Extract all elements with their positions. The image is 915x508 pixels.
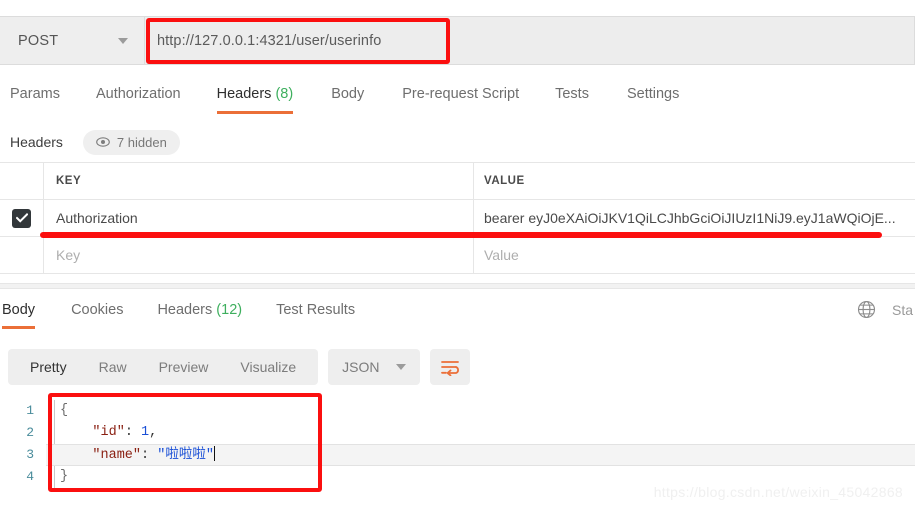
row-value-cell-empty[interactable]: Value xyxy=(474,237,915,273)
view-mode-preview[interactable]: Preview xyxy=(143,349,225,385)
row-checkbox-cell xyxy=(0,200,44,236)
tab-tests[interactable]: Tests xyxy=(555,84,589,114)
headers-subbar: Headers 7 hidden xyxy=(0,128,915,156)
response-format-select[interactable]: JSON xyxy=(328,349,419,385)
code-token-num: 1 xyxy=(141,425,149,440)
code-token-punct: : xyxy=(125,425,141,440)
row-key-cell-empty[interactable]: Key xyxy=(44,237,474,273)
code-token-brace: { xyxy=(60,403,68,418)
view-mode-raw[interactable]: Raw xyxy=(83,349,143,385)
watermark: https://blog.csdn.net/weixin_45042868 xyxy=(654,484,903,500)
response-body-editor[interactable]: 1 2 3 4 { "id": 1, "name": "啦啦啦"} xyxy=(0,396,915,496)
chevron-down-icon-format xyxy=(396,364,406,370)
row-key-cell[interactable]: Authorization xyxy=(44,200,474,236)
http-method-select[interactable]: POST xyxy=(0,16,145,65)
column-header-key: KEY xyxy=(44,163,474,199)
response-tab-headers-count: (12) xyxy=(216,302,242,318)
row-checkbox-checked[interactable] xyxy=(12,209,31,228)
request-url-row: POST http://127.0.0.1:4321/user/userinfo xyxy=(0,16,915,65)
code-token-brace: } xyxy=(60,469,68,484)
tab-body-label: Body xyxy=(331,86,364,102)
row-value-placeholder: Value xyxy=(484,247,519,263)
globe-icon[interactable] xyxy=(857,300,876,319)
code-token-key: "name" xyxy=(60,448,141,463)
response-tab-cookies[interactable]: Cookies xyxy=(71,300,123,329)
column-header-key-label: KEY xyxy=(56,175,81,187)
tab-authorization[interactable]: Authorization xyxy=(96,84,181,114)
eye-icon xyxy=(96,137,110,147)
code-line[interactable]: "name": "啦啦啦" xyxy=(46,444,915,466)
response-tab-headers[interactable]: Headers (12) xyxy=(157,300,242,329)
line-number-gutter: 1 2 3 4 xyxy=(0,396,46,496)
line-number: 4 xyxy=(0,466,46,488)
column-header-value: VALUE xyxy=(474,163,915,199)
response-tabs: Body Cookies Headers (12) Test Results xyxy=(0,300,915,334)
check-icon xyxy=(16,213,28,223)
pane-divider[interactable] xyxy=(0,283,915,289)
table-row[interactable]: Authorization bearer eyJ0eXAiOiJKV1QiLCJ… xyxy=(0,199,915,237)
response-tab-test-results-label: Test Results xyxy=(276,302,355,318)
tab-settings[interactable]: Settings xyxy=(627,84,679,114)
response-status-text: Sta xyxy=(892,302,913,318)
response-tab-body-label: Body xyxy=(2,302,35,318)
table-row-empty[interactable]: Key Value xyxy=(0,236,915,274)
row-value-text: bearer eyJ0eXAiOiJKV1QiLCJhbGciOiJIUzI1N… xyxy=(484,210,896,226)
response-tab-test-results[interactable]: Test Results xyxy=(276,300,355,329)
tab-authorization-label: Authorization xyxy=(96,86,181,102)
code-token-str: "啦啦啦" xyxy=(157,448,214,463)
tab-headers-label: Headers xyxy=(217,86,272,102)
chevron-down-icon xyxy=(118,38,128,44)
tab-settings-label: Settings xyxy=(627,86,679,102)
headers-section-title: Headers xyxy=(10,134,63,150)
tab-headers-count: (8) xyxy=(275,86,293,102)
column-header-value-label: VALUE xyxy=(484,175,525,187)
line-number: 2 xyxy=(0,422,46,444)
response-tab-body[interactable]: Body xyxy=(2,300,35,329)
response-tab-headers-label: Headers xyxy=(157,302,212,318)
url-input-value: http://127.0.0.1:4321/user/userinfo xyxy=(157,33,381,49)
response-meta: Sta xyxy=(857,300,915,319)
text-caret xyxy=(214,446,216,461)
url-input[interactable]: http://127.0.0.1:4321/user/userinfo xyxy=(145,16,915,65)
response-view-toolbar: Pretty Raw Preview Visualize JSON xyxy=(8,349,470,385)
response-tab-cookies-label: Cookies xyxy=(71,302,123,318)
table-header-row: KEY VALUE xyxy=(0,162,915,200)
http-method-label: POST xyxy=(18,33,58,49)
row-checkbox-cell-empty xyxy=(0,237,44,273)
tab-body[interactable]: Body xyxy=(331,84,364,114)
code-token-key: "id" xyxy=(60,425,125,440)
request-tabs: Params Authorization Headers (8) Body Pr… xyxy=(0,84,915,120)
tab-params-label: Params xyxy=(10,86,60,102)
view-mode-pretty[interactable]: Pretty xyxy=(14,349,83,385)
line-number: 3 xyxy=(0,444,46,466)
tab-pre-request-script[interactable]: Pre-request Script xyxy=(402,84,519,114)
code-lines: { "id": 1, "name": "啦啦啦"} xyxy=(46,396,915,496)
hidden-headers-count: 7 hidden xyxy=(117,135,167,150)
wrap-text-icon xyxy=(440,359,460,376)
view-mode-visualize[interactable]: Visualize xyxy=(224,349,312,385)
hidden-headers-toggle[interactable]: 7 hidden xyxy=(83,130,180,155)
tab-params[interactable]: Params xyxy=(10,84,60,114)
row-key-text: Authorization xyxy=(56,210,138,226)
code-line[interactable]: { xyxy=(46,400,915,422)
line-number: 1 xyxy=(0,400,46,422)
headers-table: KEY VALUE Authorization bearer eyJ0eXAiO… xyxy=(0,163,915,274)
tab-tests-label: Tests xyxy=(555,86,589,102)
row-key-placeholder: Key xyxy=(56,247,80,263)
tab-headers[interactable]: Headers (8) xyxy=(217,84,294,114)
wrap-lines-button[interactable] xyxy=(430,349,470,385)
code-token-punct: , xyxy=(149,425,157,440)
response-format-label: JSON xyxy=(342,359,379,375)
row-value-cell[interactable]: bearer eyJ0eXAiOiJKV1QiLCJhbGciOiJIUzI1N… xyxy=(474,200,915,236)
postman-window: POST http://127.0.0.1:4321/user/userinfo… xyxy=(0,0,915,508)
code-token-punct: : xyxy=(141,448,157,463)
header-checkbox-cell xyxy=(0,163,44,199)
tab-pre-request-script-label: Pre-request Script xyxy=(402,86,519,102)
view-mode-group: Pretty Raw Preview Visualize xyxy=(8,349,318,385)
code-line[interactable]: "id": 1, xyxy=(46,422,915,444)
